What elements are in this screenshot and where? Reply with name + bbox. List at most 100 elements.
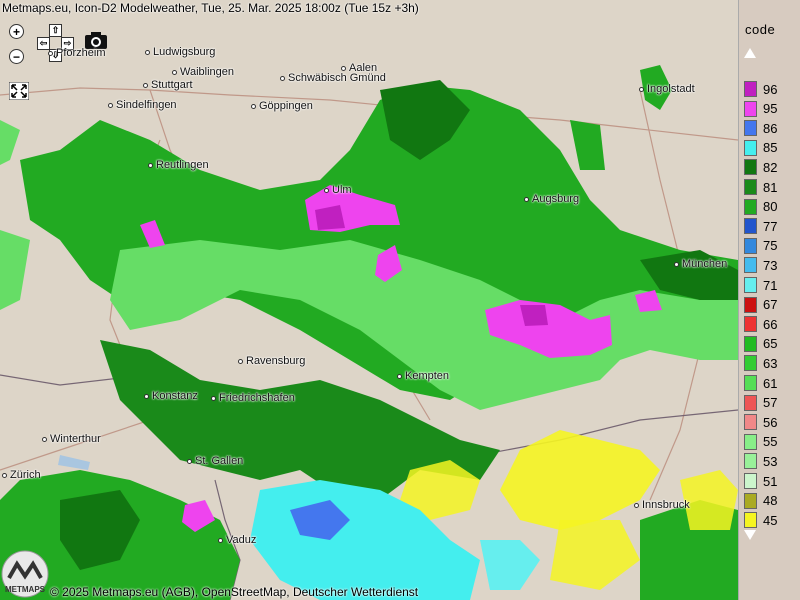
legend-item: 56 [744,413,777,431]
legend-item: 57 [744,394,777,412]
legend-swatch [744,453,757,470]
legend-swatch [744,257,757,274]
legend-item: 51 [744,472,777,490]
city-label: Konstanz [144,390,198,402]
city-label: Waiblingen [172,66,234,78]
city-label: Aalen [341,62,377,74]
legend-swatch [744,375,757,391]
legend-item: 85 [744,139,777,157]
legend-swatch [744,473,757,489]
legend-value: 95 [763,101,778,117]
legend-item: 82 [744,158,777,176]
logo-text: METMAPS [5,585,46,594]
legend-swatch [744,492,757,509]
legend-item: 95 [744,100,777,118]
city-label: Stuttgart [143,79,193,91]
legend-swatch [744,179,757,195]
legend-swatch [744,335,757,352]
legend-value: 82 [763,159,778,175]
city-label: Ravensburg [238,355,305,367]
legend-swatch [744,100,757,117]
legend-item: 86 [744,119,777,137]
city-label: München [674,258,727,270]
metmaps-logo: METMAPS [1,550,49,598]
zoom-out-button[interactable]: − [9,49,24,64]
legend-swatch [744,296,757,313]
city-label: Ingolstadt [639,83,695,95]
fullscreen-icon[interactable] [8,81,30,101]
legend-item: 48 [744,492,777,510]
legend-value: 55 [763,434,778,450]
legend-title: code [745,22,776,37]
legend-value: 75 [763,238,778,254]
copyright-text: © 2025 Metmaps.eu (AGB), OpenStreetMap, … [50,585,419,599]
legend-item: 75 [744,237,777,255]
city-label: Innsbruck [634,499,690,511]
pan-up-button[interactable]: ⇧ [49,24,62,37]
legend-value: 48 [763,493,778,509]
map-title: Metmaps.eu, Icon-D2 Modelweather, Tue, 2… [2,1,419,15]
legend-value: 67 [763,297,778,313]
legend-down-arrow [744,530,756,540]
legend-value: 53 [763,453,778,469]
legend-value: 73 [763,257,778,273]
legend-value: 45 [763,512,778,528]
legend-up-arrow [744,48,756,58]
legend-swatch [744,433,757,450]
legend-swatch [744,81,757,97]
legend-value: 63 [763,355,778,371]
city-label: Winterthur [42,433,101,445]
city-label: Ulm [324,184,352,196]
legend-item: 81 [744,178,777,196]
legend-item: 45 [744,511,777,529]
map-canvas [0,0,738,600]
legend-item: 96 [744,80,777,98]
city-label: Sindelfingen [108,99,177,111]
legend-swatch [744,198,757,215]
legend-swatch [744,277,757,293]
legend-swatch [744,316,757,333]
legend-item: 80 [744,198,777,216]
legend-swatch [744,512,757,529]
legend-value: 96 [763,81,778,97]
city-label: Friedrichshafen [211,392,295,404]
city-label: Vaduz [218,534,256,546]
legend-swatch [744,120,757,137]
city-label: St. Gallen [187,455,243,467]
legend-item: 53 [744,452,777,470]
legend-value: 57 [763,395,778,411]
legend-item: 55 [744,433,777,451]
city-label: Pforzheim [48,47,106,59]
legend-item: 71 [744,276,777,294]
legend-value: 71 [763,277,778,293]
legend-item: 73 [744,256,777,274]
legend-item: 61 [744,374,777,392]
legend-value: 56 [763,414,778,430]
city-label: Reutlingen [148,159,209,171]
legend-swatch [744,139,757,156]
legend-value: 61 [763,375,778,391]
legend-value: 85 [763,140,778,156]
legend-value: 65 [763,336,778,352]
legend-value: 66 [763,316,778,332]
legend-item: 65 [744,335,777,353]
city-label: Augsburg [524,193,579,205]
legend-item: 77 [744,217,777,235]
legend-swatch [744,159,757,176]
legend-swatch [744,355,757,372]
city-label: Zürich [2,469,41,481]
legend-value: 81 [763,179,778,195]
city-label: Göppingen [251,100,313,112]
legend-value: 51 [763,473,778,489]
legend-swatch [744,218,757,235]
legend-value: 80 [763,199,778,215]
zoom-in-button[interactable]: + [9,24,24,39]
city-label: Kempten [397,370,449,382]
city-label: Ludwigsburg [145,46,215,58]
legend-panel: code 96 95 86 85 82 81 80 77 75 73 71 67 66 65 63 61 57 5… [738,0,800,600]
legend-value: 77 [763,218,778,234]
legend-item: 63 [744,354,777,372]
legend-swatch [744,414,757,431]
legend-value: 86 [763,120,778,136]
weather-map[interactable]: Metmaps.eu, Icon-D2 Modelweather, Tue, 2… [0,0,738,600]
